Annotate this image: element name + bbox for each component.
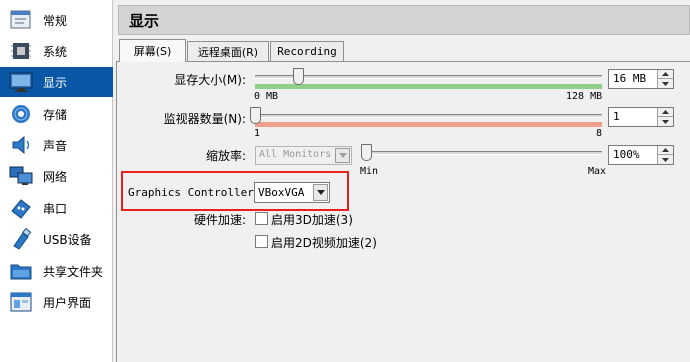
sidebar-item-label: 常规 [43, 13, 68, 28]
sidebar-item-label: 串口 [43, 201, 68, 216]
monitor-count-slider-handle[interactable] [250, 107, 261, 124]
enable-3d-label: 启用3D加速(3) [271, 213, 353, 227]
spin-up-arrow-icon[interactable] [658, 70, 673, 79]
chevron-down-icon[interactable] [335, 148, 350, 163]
monitor-count-max-label: 8 [596, 128, 603, 139]
video-memory-spinbox[interactable]: 16 MB [608, 69, 674, 89]
scale-factor-label: 缩放率: [205, 149, 246, 163]
monitor-count-label: 监视器数量(N): [163, 112, 246, 126]
sidebar-item-audio[interactable]: 声音 [0, 130, 113, 160]
video-memory-min-label: 0 MB [254, 91, 279, 102]
monitor-count-value: 1 [613, 110, 620, 123]
video-memory-band-ok [255, 84, 297, 89]
tab-label: 屏幕(S) [133, 45, 172, 58]
enable-2d-checkbox[interactable] [255, 235, 268, 248]
video-memory-band-high [297, 84, 602, 89]
speaker-icon [8, 133, 34, 157]
tab-recording[interactable]: Recording [270, 41, 344, 61]
spin-up-arrow-icon[interactable] [658, 108, 673, 117]
monitor-count-spinbox[interactable]: 1 [608, 107, 674, 127]
page-header: 显示 [118, 5, 690, 35]
sidebar-item-display[interactable]: 显示 [0, 67, 113, 97]
spin-down-arrow-icon[interactable] [658, 79, 673, 88]
motherboard-icon [8, 39, 34, 63]
scale-factor-value: 100% [613, 148, 640, 161]
sidebar-item-network[interactable]: 网络 [0, 161, 113, 191]
tab-remote-display[interactable]: 远程桌面(R) [187, 41, 269, 61]
video-memory-slider-handle[interactable] [293, 68, 305, 85]
monitor-count-min-label: 1 [254, 128, 261, 139]
graphics-controller-highlight-box [121, 171, 349, 211]
sidebar-item-label: 系统 [43, 44, 68, 59]
general-icon [8, 8, 34, 32]
monitor-icon [8, 70, 34, 94]
tab-label: Recording [277, 45, 337, 58]
settings-sidebar: 常规 系统 显示 存储 声音 网络 串口 USB设备 共享文件夹 用户界面 [0, 0, 113, 362]
scale-factor-min-label: Min [360, 166, 379, 177]
scale-factor-max-label: Max [588, 166, 607, 177]
sidebar-item-label: 共享文件夹 [43, 264, 104, 279]
sidebar-item-label: 显示 [43, 75, 68, 90]
scale-factor-spinbox[interactable]: 100% [608, 145, 674, 165]
video-memory-label: 显存大小(M): [174, 73, 246, 87]
spin-down-arrow-icon[interactable] [658, 117, 673, 126]
video-memory-value: 16 MB [613, 72, 647, 85]
tab-screen[interactable]: 屏幕(S) [119, 39, 186, 62]
sidebar-item-general[interactable]: 常规 [0, 5, 113, 35]
usb-icon [8, 227, 34, 251]
sidebar-item-serial[interactable]: 串口 [0, 193, 113, 223]
serial-port-icon [8, 196, 34, 220]
sidebar-item-label: 用户界面 [43, 295, 92, 310]
spin-buttons [657, 146, 673, 164]
monitor-count-band [255, 122, 602, 127]
scale-monitor-select-value: All Monitors [259, 149, 332, 160]
scale-monitor-select[interactable]: All Monitors [255, 146, 352, 165]
spin-buttons [657, 108, 673, 126]
sidebar-item-usb[interactable]: USB设备 [0, 224, 113, 254]
spin-buttons [657, 70, 673, 88]
sidebar-item-label: 存储 [43, 107, 68, 122]
tab-label: 远程桌面(R) [197, 45, 259, 59]
video-memory-slider-track[interactable] [255, 75, 602, 79]
enable-2d-label: 启用2D视频加速(2) [271, 236, 377, 250]
enable-3d-checkbox[interactable] [255, 212, 268, 225]
network-icon [8, 164, 34, 188]
page-title: 显示 [129, 12, 160, 30]
spin-up-arrow-icon[interactable] [658, 146, 673, 155]
ui-window-icon [8, 290, 34, 314]
folder-icon [8, 259, 34, 283]
sidebar-item-label: USB设备 [43, 232, 92, 247]
scale-factor-slider-handle[interactable] [361, 144, 372, 161]
sidebar-item-shared-folders[interactable]: 共享文件夹 [0, 256, 113, 286]
sidebar-item-label: 声音 [43, 138, 68, 153]
video-memory-max-label: 128 MB [566, 91, 603, 102]
spin-down-arrow-icon[interactable] [658, 155, 673, 164]
monitor-count-slider-track[interactable] [255, 114, 602, 118]
sidebar-item-user-interface[interactable]: 用户界面 [0, 287, 113, 317]
scale-factor-slider-track[interactable] [366, 151, 602, 155]
sidebar-item-system[interactable]: 系统 [0, 36, 113, 66]
disk-icon [8, 102, 34, 126]
sidebar-item-label: 网络 [43, 169, 68, 184]
acceleration-label: 硬件加速: [193, 213, 246, 227]
sidebar-item-storage[interactable]: 存储 [0, 99, 113, 129]
